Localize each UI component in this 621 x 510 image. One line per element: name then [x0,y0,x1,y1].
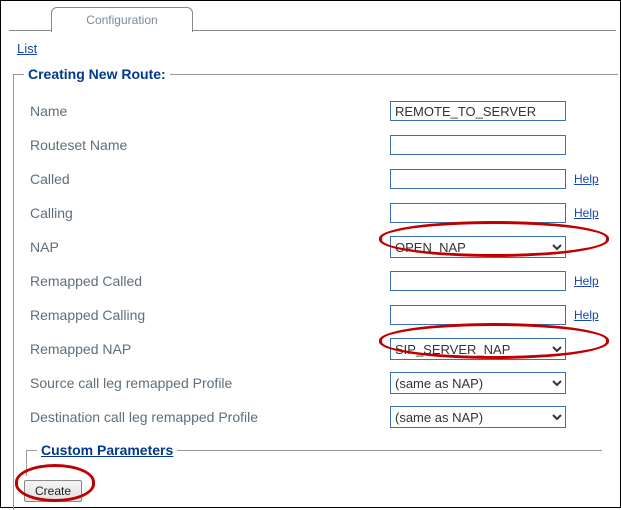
tab-configuration[interactable]: Configuration [51,7,193,32]
row-remapped-calling: Remapped Calling Help [24,298,608,332]
row-called: Called Help [24,162,608,196]
nap-select[interactable]: OPEN_NAP [390,236,566,258]
row-routeset-name: Routeset Name [24,128,608,162]
create-button[interactable]: Create [24,480,82,502]
row-dst-profile: Destination call leg remapped Profile (s… [24,400,608,434]
label-called: Called [24,171,390,187]
custom-parameters-fieldset: Custom Parameters [26,442,602,476]
help-link-remapped-calling[interactable]: Help [574,308,599,322]
row-nap: NAP OPEN_NAP [24,230,608,264]
remapped-called-input[interactable] [390,271,566,291]
route-fieldset: Creating New Route: Name Routeset Name C… [13,66,618,510]
label-remapped-calling: Remapped Calling [24,307,390,323]
src-profile-select[interactable]: (same as NAP) [390,372,566,394]
custom-parameters-legend: Custom Parameters [37,442,177,458]
fieldset-legend: Creating New Route: [24,66,170,82]
row-src-profile: Source call leg remapped Profile (same a… [24,366,608,400]
label-remapped-nap: Remapped NAP [24,341,390,357]
label-dst-profile: Destination call leg remapped Profile [24,409,390,425]
remapped-nap-select[interactable]: SIP_SERVER_NAP [390,338,566,360]
calling-input[interactable] [390,203,566,223]
list-link[interactable]: List [17,41,37,56]
routeset-name-input[interactable] [390,135,566,155]
label-calling: Calling [24,205,390,221]
dst-profile-select[interactable]: (same as NAP) [390,406,566,428]
label-nap: NAP [24,239,390,255]
row-remapped-nap: Remapped NAP SIP_SERVER_NAP [24,332,608,366]
help-link-called[interactable]: Help [574,172,599,186]
name-input[interactable] [390,101,566,121]
help-link-remapped-called[interactable]: Help [574,274,599,288]
label-name: Name [24,103,390,119]
row-remapped-called: Remapped Called Help [24,264,608,298]
label-src-profile: Source call leg remapped Profile [24,375,390,391]
row-calling: Calling Help [24,196,608,230]
remapped-calling-input[interactable] [390,305,566,325]
label-remapped-called: Remapped Called [24,273,390,289]
label-routeset-name: Routeset Name [24,137,390,153]
row-name: Name [24,94,608,128]
called-input[interactable] [390,169,566,189]
help-link-calling[interactable]: Help [574,206,599,220]
